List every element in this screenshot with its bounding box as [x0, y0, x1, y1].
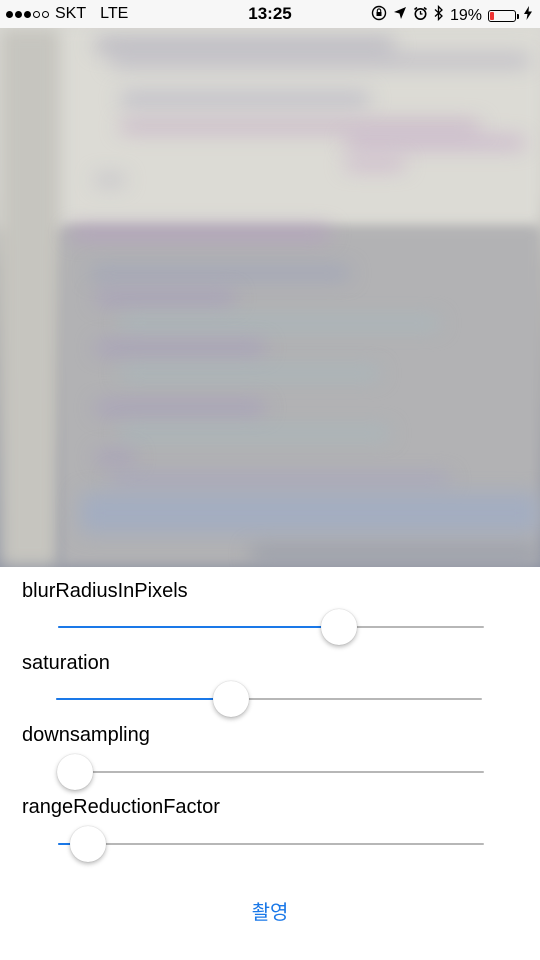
downsampling-slider-thumb[interactable] — [57, 754, 94, 790]
saturation-slider-fill — [56, 698, 231, 700]
blur-radius-slider-thumb[interactable] — [321, 609, 358, 645]
capture-button[interactable]: 촬영 — [0, 896, 540, 925]
bluetooth-icon — [434, 4, 444, 26]
charging-bolt-icon — [524, 6, 532, 25]
location-arrow-icon — [393, 6, 407, 25]
status-bar: SKT LTE 13:25 19% — [0, 0, 540, 28]
downsampling-label: downsampling — [22, 724, 150, 746]
status-right: 19% — [371, 4, 532, 26]
alarm-icon — [413, 6, 428, 26]
blur-radius-slider-fill — [58, 626, 340, 628]
saturation-slider-thumb[interactable] — [212, 681, 249, 717]
downsampling-slider[interactable] — [57, 754, 484, 790]
saturation-slider[interactable] — [56, 681, 482, 717]
range-reduction-slider-thumb[interactable] — [69, 826, 106, 862]
camera-preview — [0, 28, 540, 567]
range-reduction-slider[interactable] — [58, 826, 484, 862]
blur-radius-label: blurRadiusInPixels — [22, 580, 188, 602]
range-reduction-label: rangeReductionFactor — [22, 796, 220, 818]
battery-fill — [490, 11, 495, 20]
battery-icon — [488, 9, 519, 22]
battery-percent: 19% — [449, 6, 482, 24]
saturation-label: saturation — [22, 652, 110, 674]
blur-radius-slider[interactable] — [58, 609, 484, 645]
orientation-lock-icon — [371, 5, 387, 26]
